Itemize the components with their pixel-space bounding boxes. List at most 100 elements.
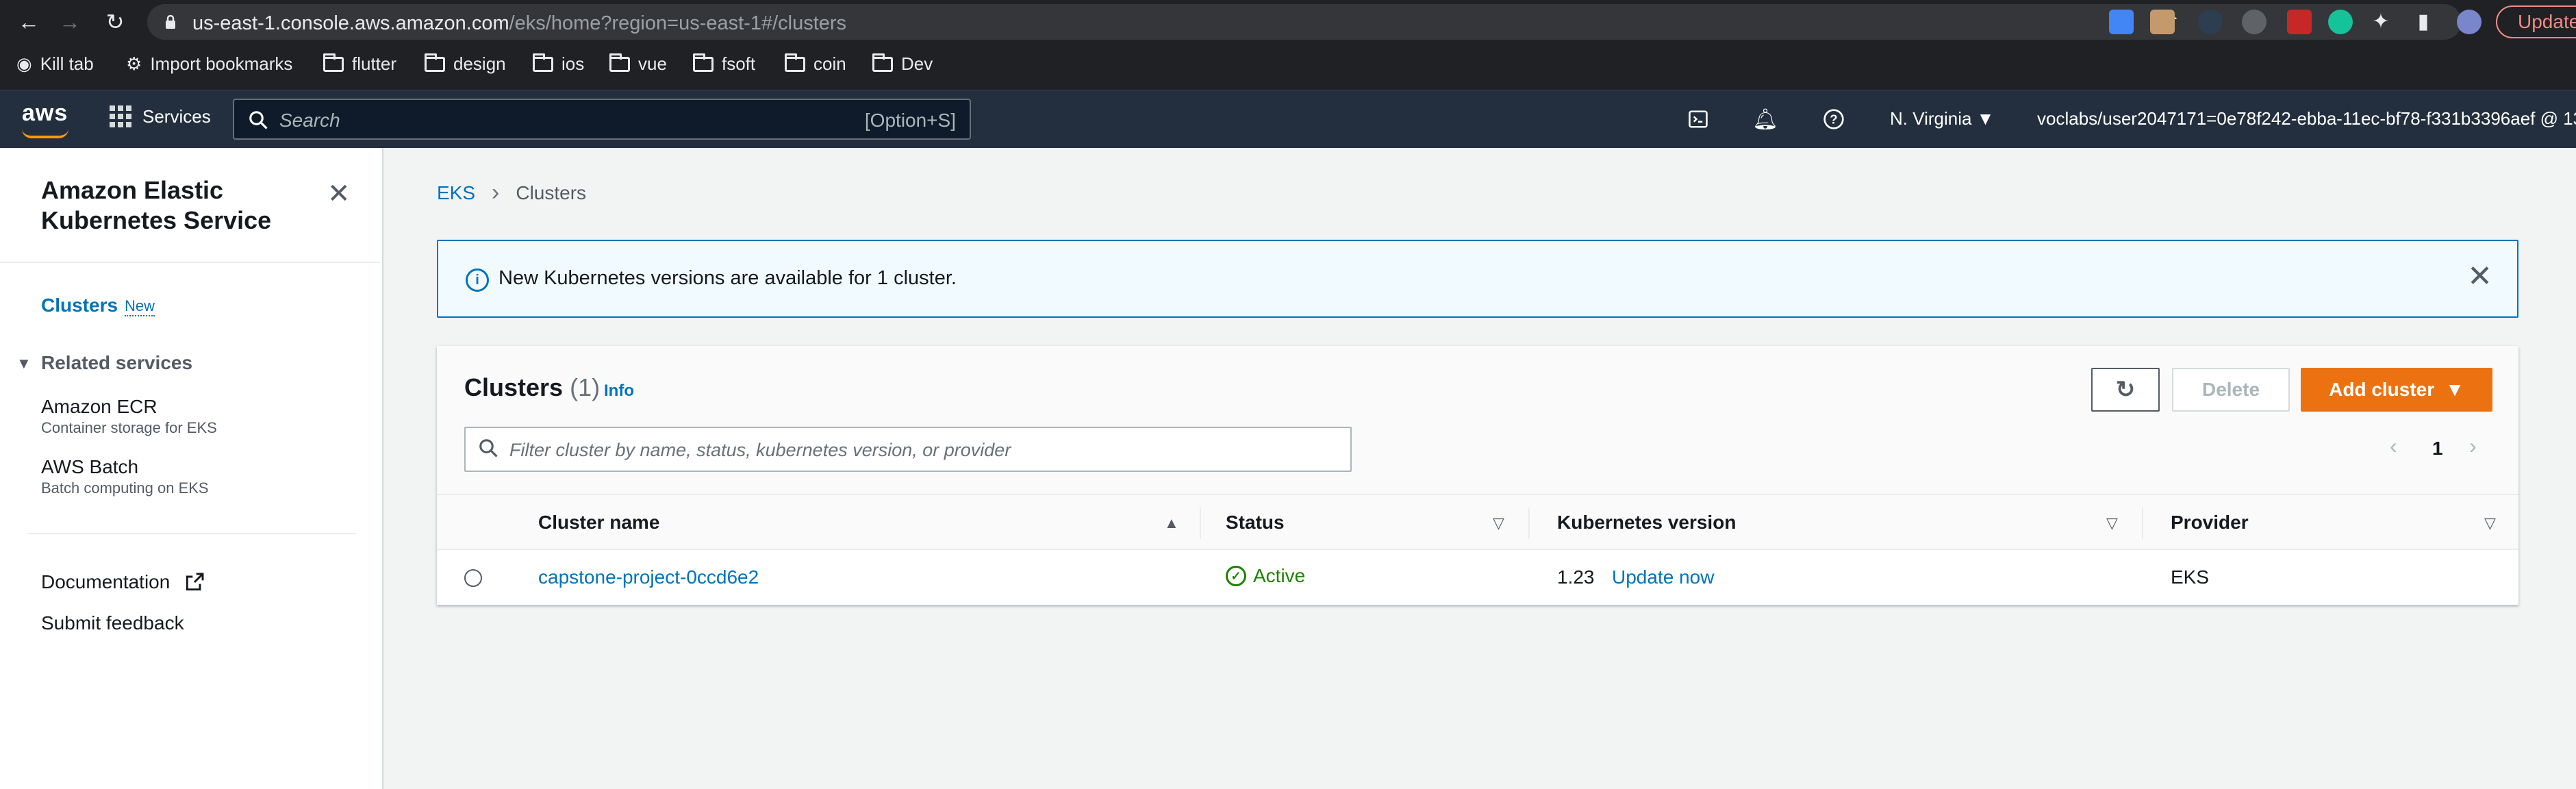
external-link-icon <box>186 573 204 591</box>
sort-icon[interactable]: ▽ <box>1493 514 1504 532</box>
extension-icon[interactable] <box>2150 10 2175 34</box>
search-icon <box>249 111 268 129</box>
bookmark-flutter[interactable]: flutter <box>323 53 396 75</box>
reload-icon[interactable]: ↻ <box>100 7 130 37</box>
services-menu-button[interactable]: Services <box>110 105 211 127</box>
service-title: Amazon Elastic Kubernetes Service <box>41 176 272 234</box>
clusters-table-panel: Clusters (1) Info ↻ Delete Add cluster ▼ … <box>437 346 2518 605</box>
bookmark-coin[interactable]: coin <box>785 53 846 75</box>
divider <box>27 533 356 534</box>
bookmark-design[interactable]: design <box>425 53 506 75</box>
bookmark-import[interactable]: ⚙ Import bookmarks <box>126 53 292 75</box>
close-icon[interactable]: ✕ <box>327 178 351 210</box>
prev-page-icon[interactable]: ‹ <box>2390 434 2397 459</box>
next-page-icon[interactable]: › <box>2469 434 2477 459</box>
aws-logo-smile <box>22 129 68 138</box>
side-panel-icon[interactable]: ▮ <box>2412 10 2435 33</box>
refresh-icon: ↻ <box>2115 377 2136 403</box>
sidebar-item-ecr[interactable]: Amazon ECR <box>41 396 157 418</box>
column-provider[interactable]: Provider <box>2171 512 2249 534</box>
refresh-button[interactable]: ↻ <box>2091 368 2160 412</box>
caret-down-icon[interactable]: ▼ <box>16 355 31 373</box>
sort-icon[interactable]: ▽ <box>2106 514 2118 532</box>
table-row[interactable]: capstone-project-0ccd6e2 ✓ Active 1.23 U… <box>437 550 2518 605</box>
globe-icon: ◉ <box>16 53 32 74</box>
avatar[interactable] <box>2457 10 2482 34</box>
column-divider <box>2142 508 2143 539</box>
bookmark-dev[interactable]: Dev <box>872 53 933 75</box>
bookmark-vue[interactable]: vue <box>609 53 667 75</box>
sidebar-item-batch[interactable]: AWS Batch <box>41 456 138 478</box>
related-services-header[interactable]: Related services <box>41 352 192 374</box>
forward-arrow-icon[interactable]: → <box>55 7 85 37</box>
status-badge: ✓ Active <box>1226 565 1305 587</box>
aws-console-header: aws Services Search [Option+S] 🔔︎ ? N. V… <box>0 90 2576 148</box>
panel-title: Clusters (1) <box>464 373 601 401</box>
cloudshell-icon[interactable] <box>1684 105 1712 133</box>
add-cluster-button[interactable]: Add cluster ▼ <box>2301 368 2492 412</box>
help-icon[interactable]: ? <box>1820 105 1847 133</box>
cluster-name-link[interactable]: capstone-project-0ccd6e2 <box>538 566 759 588</box>
ecr-description: Container storage for EKS <box>41 419 217 436</box>
column-status[interactable]: Status <box>1226 512 1285 534</box>
update-button[interactable]: Update <box>2496 5 2576 38</box>
banner-text: New Kubernetes versions are available fo… <box>498 267 957 289</box>
folder-icon <box>425 53 445 72</box>
info-link[interactable]: Info <box>604 381 634 401</box>
grid-icon <box>110 105 131 127</box>
side-navigation: Amazon Elastic Kubernetes Service ✕ Clus… <box>0 148 383 789</box>
folder-icon <box>609 53 630 72</box>
aws-logo[interactable]: aws <box>22 100 68 127</box>
sort-icon[interactable]: ▽ <box>2484 514 2496 532</box>
new-badge: New <box>125 297 155 316</box>
extension-icon[interactable] <box>2242 10 2266 34</box>
column-kubernetes-version[interactable]: Kubernetes version <box>1557 512 1736 534</box>
bell-icon[interactable]: 🔔︎ <box>1752 105 1779 133</box>
grammarly-icon[interactable] <box>2328 10 2353 34</box>
column-cluster-name[interactable]: Cluster name <box>538 512 659 534</box>
folder-icon <box>323 53 344 72</box>
sort-ascending-icon[interactable]: ▲ <box>1164 514 1179 532</box>
batch-description: Batch computing on EKS <box>41 479 209 497</box>
delete-button[interactable]: Delete <box>2172 368 2290 412</box>
bookmark-kill-tab[interactable]: ◉ Kill tab <box>16 53 94 75</box>
row-select-radio[interactable] <box>464 569 482 587</box>
kubernetes-version-value: 1.23 <box>1557 566 1595 588</box>
divider <box>0 262 380 263</box>
bookmarks-bar: ◉ Kill tab ⚙ Import bookmarks flutter desi… <box>0 44 2576 90</box>
submit-feedback-link[interactable]: Submit feedback <box>41 612 184 634</box>
translate-extension-icon[interactable] <box>2109 10 2134 34</box>
provider-value: EKS <box>2171 566 2210 588</box>
page-number[interactable]: 1 <box>2432 438 2443 460</box>
close-icon[interactable]: ✕ <box>2467 259 2492 294</box>
bookmark-ios[interactable]: ios <box>533 53 584 75</box>
svg-text:?: ? <box>1830 112 1837 127</box>
account-menu[interactable]: voclabs/user2047171=0e78f242-ebba-11ec-b… <box>2037 108 2576 129</box>
check-circle-icon: ✓ <box>1226 566 1246 586</box>
column-divider <box>1528 508 1530 539</box>
update-now-link[interactable]: Update now <box>1612 566 1714 588</box>
sidebar-item-clusters[interactable]: Clusters <box>41 295 118 316</box>
filter-input[interactable]: Filter cluster by name, status, kubernet… <box>464 427 1352 472</box>
folder-icon <box>693 53 714 72</box>
folder-icon <box>785 53 805 72</box>
folder-icon <box>872 53 893 72</box>
region-selector[interactable]: N. Virginia ▼ <box>1890 108 1994 129</box>
table-header: Cluster name ▲ Status ▽ Kubernetes versi… <box>437 494 2518 550</box>
documentation-link[interactable]: Documentation <box>41 571 170 593</box>
puzzle-icon[interactable]: ✦ <box>2369 10 2392 33</box>
console-search-input[interactable]: Search [Option+S] <box>233 99 971 140</box>
bookmark-fsoft[interactable]: fsoft <box>693 53 755 75</box>
gear-icon: ⚙ <box>126 53 142 74</box>
browser-toolbar: ← → ↻ us-east-1.console.aws.amazon.com/e… <box>0 0 2576 44</box>
caret-down-icon: ▼ <box>2445 379 2464 400</box>
url-text: us-east-1.console.aws.amazon.com/eks/hom… <box>192 12 847 34</box>
react-devtools-icon[interactable] <box>2198 10 2223 34</box>
column-divider <box>1200 508 1201 539</box>
breadcrumb-clusters: Clusters <box>516 181 587 203</box>
back-arrow-icon[interactable]: ← <box>14 7 44 37</box>
info-banner: i New Kubernetes versions are available … <box>437 240 2518 318</box>
breadcrumb-eks[interactable]: EKS <box>437 182 475 204</box>
search-icon <box>479 439 498 458</box>
ublock-icon[interactable] <box>2287 10 2312 34</box>
